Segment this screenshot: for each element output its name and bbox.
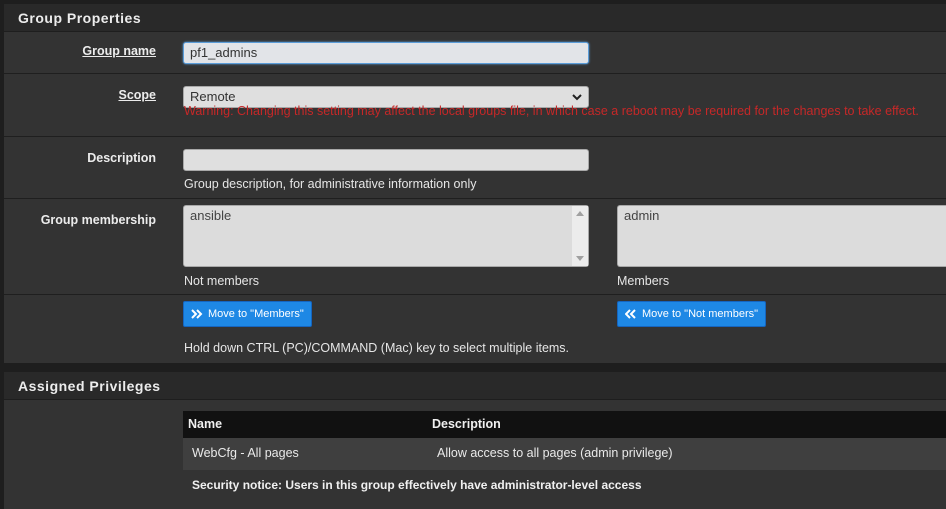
group-properties-panel: Group Properties Group name pf1_admins S… (4, 4, 946, 363)
privileges-table: Name Description WebCfg - All pages Allo… (183, 411, 946, 506)
panel-title: Group Properties (18, 10, 142, 26)
group-name-row: Group name pf1_admins (4, 32, 946, 74)
double-chevron-left-icon (625, 309, 636, 319)
description-row: Description Group description, for admin… (4, 137, 946, 199)
group-properties-heading: Group Properties (4, 4, 946, 32)
chevron-down-icon (572, 94, 582, 101)
scroll-up-icon[interactable] (576, 211, 584, 216)
move-to-not-members-button[interactable]: Move to "Not members" (617, 301, 767, 327)
group-name-label: Group name (82, 44, 156, 58)
column-header-description: Description (432, 417, 501, 431)
assigned-privileges-heading: Assigned Privileges (4, 372, 946, 400)
table-header: Name Description (183, 411, 946, 438)
move-to-members-button[interactable]: Move to "Members" (183, 301, 312, 327)
not-members-list[interactable]: ansible (183, 205, 589, 267)
assigned-privileges-panel: Assigned Privileges Name Description Web… (4, 372, 946, 509)
security-notice-row: Security notice: Users in this group eff… (183, 470, 946, 500)
scope-selected-value: Remote (190, 89, 236, 104)
membership-label: Group membership (40, 213, 156, 227)
move-to-members-label: Move to "Members" (208, 308, 304, 321)
security-notice: Security notice: Users in this group eff… (192, 478, 642, 492)
scope-label: Scope (118, 88, 156, 102)
group-name-input[interactable]: pf1_admins (183, 42, 589, 64)
description-input[interactable] (183, 149, 589, 171)
move-to-not-members-label: Move to "Not members" (642, 308, 759, 321)
scope-row: Scope Remote Warning: Changing this sett… (4, 74, 946, 137)
members-caption: Members (617, 274, 670, 288)
list-item[interactable]: admin (624, 208, 940, 223)
privilege-name: WebCfg - All pages (192, 446, 299, 460)
panel-title: Assigned Privileges (18, 378, 161, 394)
description-help: Group description, for administrative in… (184, 177, 477, 191)
list-item[interactable]: ansible (190, 208, 582, 223)
not-members-caption: Not members (184, 274, 260, 288)
scrollbar[interactable] (572, 206, 588, 266)
move-buttons-row: Move to "Members" Move to "Not members" … (4, 295, 946, 363)
members-list[interactable]: admin (617, 205, 946, 267)
privilege-description: Allow access to all pages (admin privile… (437, 446, 673, 460)
scope-warning: Warning: Changing this setting may affec… (184, 104, 919, 118)
membership-row: Group membership ansible admin Not membe… (4, 199, 946, 295)
double-chevron-right-icon (191, 309, 203, 319)
multi-select-help: Hold down CTRL (PC)/COMMAND (Mac) key to… (184, 341, 570, 355)
description-label: Description (87, 151, 156, 165)
scroll-down-icon[interactable] (576, 256, 584, 261)
table-row[interactable]: WebCfg - All pages Allow access to all p… (183, 438, 946, 470)
column-header-name: Name (188, 417, 223, 431)
